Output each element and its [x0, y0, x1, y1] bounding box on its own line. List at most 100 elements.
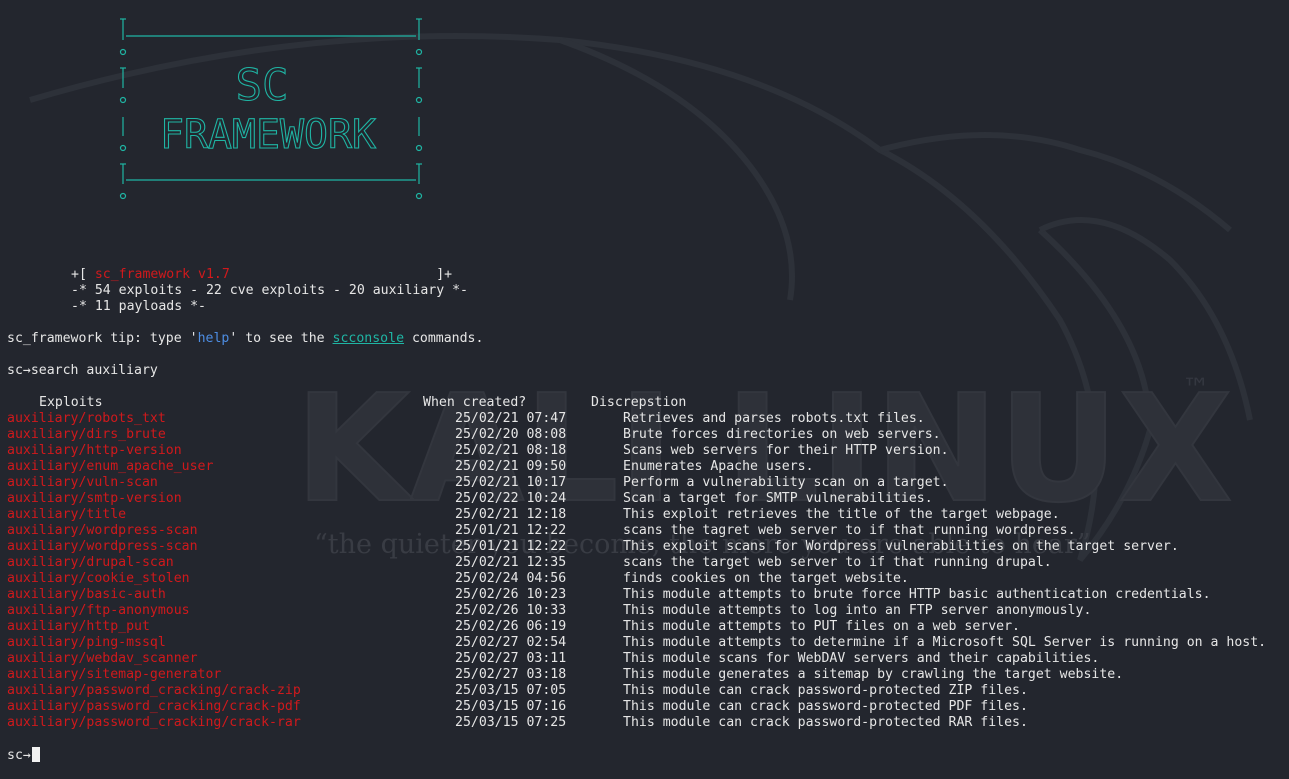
command-text: search auxiliary: [30, 363, 158, 378]
description: This module scans for WebDAV servers and…: [623, 651, 1100, 666]
help-keyword: help: [197, 331, 230, 346]
description: This module can crack password-protected…: [623, 715, 1028, 730]
created-date: 25/03/15 07:05: [455, 683, 567, 698]
description: This module attempts to determine if a M…: [623, 635, 1267, 650]
description: This exploit scans for Wordpress vulnera…: [623, 539, 1179, 554]
banner-title-sc: SC: [236, 60, 289, 111]
table-row: auxiliary/http_put 25/02/26 06:19 This mod…: [7, 619, 1287, 635]
prompt-arrow-icon: →: [22, 748, 31, 763]
created-date: 25/02/24 04:56: [455, 571, 567, 586]
stats-line: -* 54 exploits - 22 cve exploits - 20 au…: [71, 283, 468, 298]
description: Scan a target for SMTP vulnerabilities.: [623, 491, 933, 506]
created-date: 25/01/21 12:22: [455, 539, 567, 554]
exploit-name: auxiliary/http-version: [7, 443, 182, 458]
exploit-name: auxiliary/smtp-version: [7, 491, 182, 506]
table-row: auxiliary/wordpress-scan 25/01/21 12:22 Th…: [7, 539, 1287, 555]
description: This module attempts to brute force HTTP…: [623, 587, 1211, 602]
exploit-name: auxiliary/enum_apache_user: [7, 459, 214, 474]
table-row: auxiliary/password_cracking/crack-pdf 25/…: [7, 699, 1287, 715]
created-date: 25/02/21 12:18: [455, 507, 567, 522]
created-date: 25/02/21 08:18: [455, 443, 567, 458]
header-exploits: Exploits: [39, 395, 103, 410]
table-row: auxiliary/webdav_scanner 25/02/27 03:11 Th…: [7, 651, 1287, 667]
description: Brute forces directories on web servers.: [623, 427, 941, 442]
table-row: auxiliary/wordpress-scan 25/01/21 12:22 sc…: [7, 523, 1287, 539]
table-row: auxiliary/password_cracking/crack-rar 25/…: [7, 715, 1287, 731]
description: finds cookies on the target website.: [623, 571, 909, 586]
description: This module generates a sitemap by crawl…: [623, 667, 1124, 682]
description: scans the target web server to if that r…: [623, 555, 1052, 570]
created-date: 25/02/21 12:35: [455, 555, 567, 570]
created-date: 25/02/26 06:19: [455, 619, 567, 634]
exploit-name: auxiliary/password_cracking/crack-pdf: [7, 699, 301, 714]
created-date: 25/02/26 10:33: [455, 603, 567, 618]
description: Enumerates Apache users.: [623, 459, 814, 474]
description: scans the tagret web server to if that r…: [623, 523, 1076, 538]
exploit-name: auxiliary/basic-auth: [7, 587, 166, 602]
description: This module can crack password-protected…: [623, 699, 1028, 714]
description: Retrieves and parses robots.txt files.: [623, 411, 925, 426]
table-row: auxiliary/dirs_brute 25/02/20 08:08 Brute …: [7, 427, 1287, 443]
table-row: auxiliary/enum_apache_user 25/02/21 09:50…: [7, 459, 1287, 475]
exploit-name: auxiliary/webdav_scanner: [7, 651, 198, 666]
exploit-name: auxiliary/ping-mssql: [7, 635, 166, 650]
exploit-name: auxiliary/wordpress-scan: [7, 539, 198, 554]
header-description: Discrepstion: [591, 395, 687, 410]
table-header: Exploits When created? Discrepstion: [7, 395, 1287, 411]
table-row: auxiliary/robots_txt 25/02/21 07:47 Retrie…: [7, 411, 1287, 427]
tip-line: sc_framework tip: type 'help' to see the…: [7, 331, 484, 346]
exploit-name: auxiliary/password_cracking/crack-zip: [7, 683, 301, 698]
exploit-name: auxiliary/ftp-anonymous: [7, 603, 190, 618]
table-row: auxiliary/password_cracking/crack-zip 25/…: [7, 683, 1287, 699]
version-line: +[ sc_framework v1.7 ]+: [71, 267, 453, 282]
banner-art: SC FRAMEWORK: [119, 18, 423, 200]
prompt: sc: [7, 363, 23, 378]
created-date: 25/02/22 10:24: [455, 491, 567, 506]
table-row: auxiliary/drupal-scan 25/02/21 12:35 scans…: [7, 555, 1287, 571]
table-row: auxiliary/ftp-anonymous 25/02/26 10:33 Thi…: [7, 603, 1287, 619]
exploit-name: auxiliary/password_cracking/crack-rar: [7, 715, 301, 730]
table-row: auxiliary/vuln-scan 25/02/21 10:17 Perform…: [7, 475, 1287, 491]
prompt-arrow-icon: →: [22, 363, 31, 378]
table-row: auxiliary/ping-mssql 25/02/27 02:54 This m…: [7, 635, 1287, 651]
description: Scans web servers for their HTTP version…: [623, 443, 949, 458]
description: Perform a vulnerability scan on a target…: [623, 475, 949, 490]
description: This exploit retrieves the title of the …: [623, 507, 1060, 522]
exploit-name: auxiliary/http_put: [7, 619, 150, 634]
exploit-name: auxiliary/robots_txt: [7, 411, 166, 426]
terminal[interactable]: SC FRAMEWORK +[ sc_framework v1.7 ]+ -* …: [0, 0, 1289, 779]
exploit-name: auxiliary/vuln-scan: [7, 475, 158, 490]
text-cursor[interactable]: [31, 747, 40, 762]
created-date: 25/03/15 07:16: [455, 699, 567, 714]
created-date: 25/02/20 08:08: [455, 427, 567, 442]
exploit-name: auxiliary/dirs_brute: [7, 427, 166, 442]
prompt: sc: [7, 748, 23, 763]
version-text: sc_framework v1.7: [94, 267, 230, 282]
created-date: 25/02/27 03:11: [455, 651, 567, 666]
exploit-name: auxiliary/cookie_stolen: [7, 571, 190, 586]
exploit-name: auxiliary/wordpress-scan: [7, 523, 198, 538]
created-date: 25/01/21 12:22: [455, 523, 567, 538]
table-row: auxiliary/title 25/02/21 12:18 This exploi…: [7, 507, 1287, 523]
description: This module attempts to PUT files on a w…: [623, 619, 1020, 634]
table-row: auxiliary/smtp-version 25/02/22 10:24 Scan…: [7, 491, 1287, 507]
created-date: 25/02/21 07:47: [455, 411, 567, 426]
table-row: auxiliary/sitemap-generator 25/02/27 03:1…: [7, 667, 1287, 683]
banner-title-framework: FRAMEWORK: [160, 112, 376, 158]
input-prompt-line[interactable]: sc→: [7, 747, 40, 763]
created-date: 25/02/21 09:50: [455, 459, 567, 474]
scconsole-link: scconsole: [332, 331, 405, 346]
created-date: 25/02/27 03:18: [455, 667, 567, 682]
table-row: auxiliary/basic-auth 25/02/26 10:23 This m…: [7, 587, 1287, 603]
description: This module can crack password-protected…: [623, 683, 1028, 698]
created-date: 25/02/26 10:23: [455, 587, 567, 602]
description: This module attempts to log into an FTP …: [623, 603, 1092, 618]
payloads-line: -* 11 payloads *-: [71, 299, 206, 314]
exploit-name: auxiliary/title: [7, 507, 127, 522]
created-date: 25/02/27 02:54: [455, 635, 567, 650]
table-row: auxiliary/cookie_stolen 25/02/24 04:56 fin…: [7, 571, 1287, 587]
command-line: sc→search auxiliary: [7, 363, 158, 379]
header-when-created: When created?: [423, 395, 527, 410]
created-date: 25/03/15 07:25: [455, 715, 567, 730]
created-date: 25/02/21 10:17: [455, 475, 567, 490]
